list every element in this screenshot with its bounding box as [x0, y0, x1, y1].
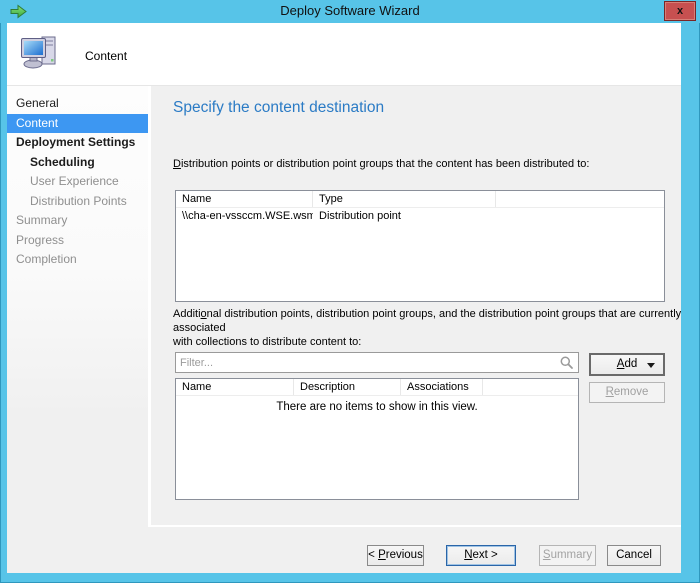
distributed-points-list-header: Name Type — [176, 191, 664, 208]
sidebar-item-summary: Summary — [7, 211, 148, 231]
sidebar-item-scheduling[interactable]: Scheduling — [7, 153, 148, 173]
additional-points-list-header: Name Description Associations — [176, 379, 578, 396]
sidebar-item-distribution-points: Distribution Points — [7, 192, 148, 212]
computer-icon — [20, 35, 58, 76]
table-row[interactable]: \\cha-en-vssccm.WSE.wsma... Distribution… — [176, 208, 664, 224]
wizard-page-header: Content — [7, 23, 681, 86]
summary-button[interactable]: Summary — [539, 545, 596, 566]
column-header-filler — [496, 191, 664, 207]
previous-button[interactable]: < Previous — [367, 545, 424, 566]
column-header-type[interactable]: Type — [313, 191, 496, 207]
cell-type: Distribution point — [313, 208, 496, 224]
distributed-points-list[interactable]: Name Type \\cha-en-vssccm.WSE.wsma... Di… — [175, 190, 665, 302]
sidebar-item-progress: Progress — [7, 231, 148, 251]
additional-points-list[interactable]: Name Description Associations There are … — [175, 378, 579, 500]
distributed-to-label: Distribution points or distribution poin… — [173, 157, 673, 171]
column-header-name[interactable]: Name — [176, 191, 313, 207]
sidebar-item-completion: Completion — [7, 250, 148, 270]
filter-box — [175, 352, 579, 373]
sidebar-item-deployment-settings[interactable]: Deployment Settings — [7, 133, 148, 153]
cell-name: \\cha-en-vssccm.WSE.wsma... — [176, 208, 313, 224]
content-heading: Specify the content destination — [173, 99, 384, 117]
window-title: Deploy Software Wizard — [0, 3, 700, 18]
wizard-steps-sidebar: General Content Deployment Settings Sche… — [7, 86, 148, 573]
remove-button[interactable]: Remove — [589, 382, 665, 403]
add-button[interactable]: Add — [589, 353, 665, 376]
deploy-software-wizard-window: Deploy Software Wizard x Content General — [0, 0, 700, 583]
close-button[interactable]: x — [664, 1, 696, 21]
additional-points-label: Additional distribution points, distribu… — [173, 307, 685, 349]
chevron-down-icon — [647, 363, 655, 368]
wizard-page-content: Specify the content destination Distribu… — [151, 86, 681, 525]
page-title: Content — [85, 49, 127, 63]
cancel-button[interactable]: Cancel — [607, 545, 661, 566]
wizard-footer: < Previous Next > Summary Cancel — [7, 527, 681, 573]
titlebar: Deploy Software Wizard x — [0, 0, 700, 23]
column-header-filler — [483, 379, 578, 395]
sidebar-item-user-experience: User Experience — [7, 172, 148, 192]
search-icon — [559, 355, 574, 375]
column-header-associations[interactable]: Associations — [401, 379, 483, 395]
column-header-name[interactable]: Name — [176, 379, 294, 395]
next-button[interactable]: Next > — [446, 545, 516, 566]
filter-input[interactable] — [180, 354, 556, 371]
empty-list-message: There are no items to show in this view. — [176, 401, 578, 413]
column-header-description[interactable]: Description — [294, 379, 401, 395]
sidebar-item-content[interactable]: Content — [7, 114, 148, 134]
sidebar-item-general[interactable]: General — [7, 94, 148, 114]
